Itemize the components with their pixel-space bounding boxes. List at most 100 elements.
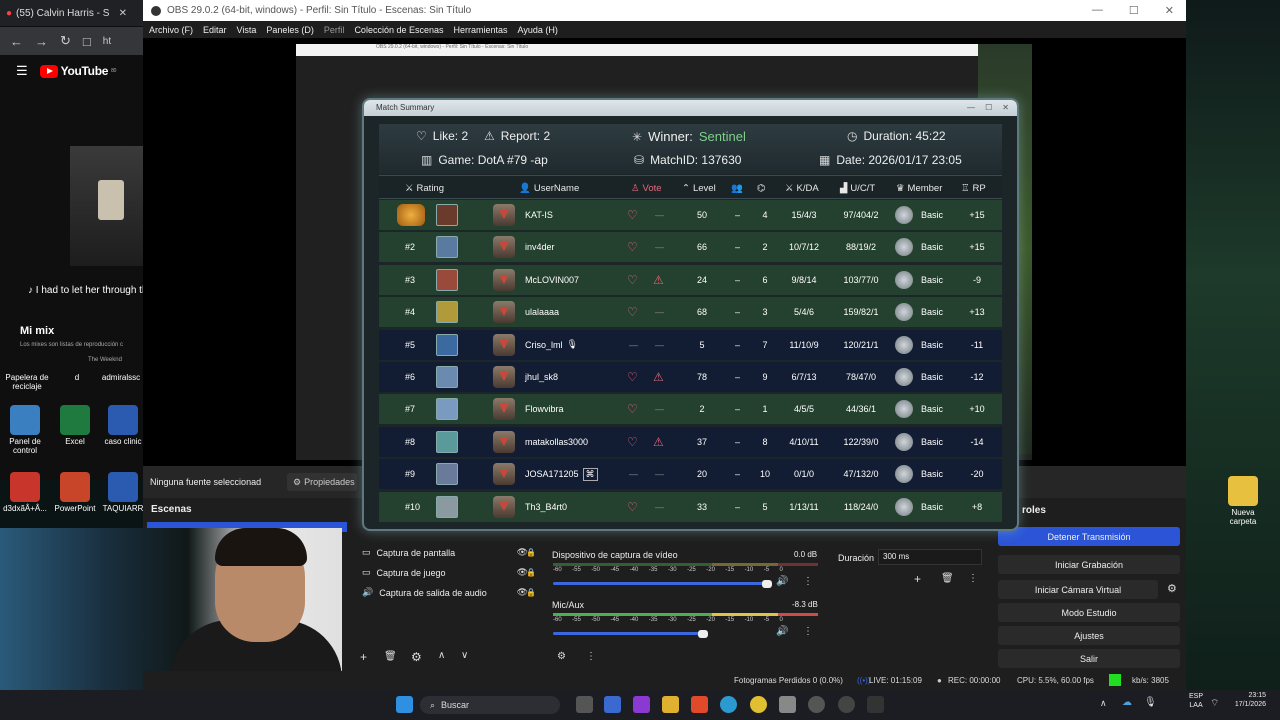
desktop-icon-control-panel[interactable]: Panel de control: [0, 405, 50, 456]
player-row[interactable]: #5 Criso_lml 🎙 — — 5 – 7 11/10/9 120/21/1 Basic -11: [379, 329, 1002, 360]
mixer-settings-icon[interactable]: ⚙: [557, 651, 566, 662]
minimize-icon[interactable]: —: [1092, 4, 1103, 17]
lock-icon[interactable]: 🔒: [526, 588, 536, 597]
player-name[interactable]: JOSA171205: [525, 469, 579, 479]
store-icon[interactable]: [604, 696, 621, 713]
file-explorer-icon[interactable]: [662, 696, 679, 713]
player-name[interactable]: inv4der: [525, 242, 555, 252]
start-virtual-camera-button[interactable]: Iniciar Cámara Virtual: [998, 580, 1158, 599]
start-recording-button[interactable]: Iniciar Grabación: [998, 555, 1180, 574]
source-item[interactable]: ▭ Captura de juego 👁 🔒: [362, 567, 542, 578]
warning-icon[interactable]: ⚠: [653, 273, 664, 287]
menu-paneles[interactable]: Paneles (D): [266, 25, 314, 35]
player-row[interactable]: #3 McLOVIN007 ♡ ⚠ 24 – 6 9/8/14 103/77/0 Basic -9: [379, 264, 1002, 295]
menu-icon[interactable]: ☰: [16, 63, 28, 79]
menu-perfil[interactable]: Perfil: [324, 25, 345, 35]
desktop-icon-word-doc[interactable]: caso clinic: [98, 405, 148, 447]
heart-icon[interactable]: ♡: [627, 305, 638, 319]
warning-icon[interactable]: ⚠: [653, 370, 664, 384]
player-row[interactable]: #2 inv4der ♡ — 66 – 2 10/7/12 88/19/2 Basic +15: [379, 232, 1002, 263]
player-name[interactable]: matakollas3000: [525, 437, 588, 447]
task-view-icon[interactable]: [576, 696, 593, 713]
player-row[interactable]: #9 JOSA171205 ⌘ — — 20 – 10 0/1/0 47/132/0 Basic -2…: [379, 459, 1002, 490]
move-down-icon[interactable]: ∨: [461, 650, 468, 661]
heart-icon[interactable]: ♡: [627, 240, 638, 254]
exit-button[interactable]: Salir: [998, 649, 1180, 668]
col-vote[interactable]: ♙ Vote: [631, 176, 662, 200]
more-vertical-icon[interactable]: ⋮: [586, 651, 596, 662]
col-rating[interactable]: ⚔ Rating: [405, 176, 444, 200]
menu-archivo[interactable]: Archivo (F): [149, 25, 193, 35]
volume-slider-handle[interactable]: [762, 580, 772, 588]
studio-mode-button[interactable]: Modo Estudio: [998, 603, 1180, 622]
youtube-logo[interactable]: YouTube 80: [39, 64, 116, 78]
player-name[interactable]: Th3_B4rt0: [525, 502, 567, 512]
player-name[interactable]: KAT-IS: [525, 210, 553, 220]
bookmark-icon[interactable]: □: [83, 34, 91, 49]
obs-taskbar-icon[interactable]: [838, 696, 855, 713]
maximize-icon[interactable]: ☐: [985, 100, 992, 116]
properties-button[interactable]: ⚙ Propiedades: [287, 473, 357, 491]
col-username[interactable]: 👤 UserName: [519, 176, 579, 200]
duration-input[interactable]: 300 ms: [878, 549, 982, 565]
speaker-icon[interactable]: 🔊: [776, 626, 788, 637]
minimize-icon[interactable]: —: [967, 100, 975, 116]
settings-button[interactable]: Ajustes: [998, 626, 1180, 645]
desktop-icon-d[interactable]: d: [52, 373, 102, 383]
browser-tab[interactable]: ● (55) Calvin Harris - S ✕: [0, 0, 143, 26]
heart-icon[interactable]: ♡: [627, 370, 638, 384]
player-name[interactable]: McLOVIN007: [525, 275, 579, 285]
heart-icon[interactable]: ♡: [627, 208, 638, 222]
volume-slider-handle[interactable]: [698, 630, 708, 638]
windows-start-icon[interactable]: [396, 696, 413, 713]
app-icon[interactable]: [867, 696, 884, 713]
close-tab-icon[interactable]: ✕: [119, 8, 127, 19]
camera-icon[interactable]: [779, 696, 796, 713]
report-count[interactable]: ⚠ Report: 2: [484, 129, 550, 143]
menu-editar[interactable]: Editar: [203, 25, 227, 35]
desktop-icon-brave[interactable]: d3dxãÂ+Â...: [0, 472, 50, 514]
clock[interactable]: 23:15 17/1/2026: [1235, 692, 1266, 710]
virtual-camera-settings-icon[interactable]: ⚙: [1167, 582, 1177, 595]
heart-icon[interactable]: ♡: [627, 500, 638, 514]
network-icon[interactable]: ⌔: [1210, 697, 1219, 710]
player-row[interactable]: #10 Th3_B4rt0 ♡ — 33 – 5 1/13/11 118/24/0 Basic +8: [379, 491, 1002, 522]
menu-coleccion[interactable]: Colección de Escenas: [354, 25, 443, 35]
mix-title[interactable]: Mi mix: [20, 325, 54, 337]
menu-herramientas[interactable]: Herramientas: [454, 25, 508, 35]
player-row[interactable]: #4 ulalaaaa ♡ — 68 – 3 5/4/6 159/82/1 Basic +13: [379, 297, 1002, 328]
col-uct[interactable]: ▟ U/C/T: [840, 176, 875, 200]
volume-slider[interactable]: [553, 632, 703, 635]
speaker-icon[interactable]: 🔊: [776, 576, 788, 587]
move-up-icon[interactable]: ∧: [438, 650, 445, 661]
back-icon[interactable]: ←: [10, 34, 23, 49]
mic-icon[interactable]: 🎙: [1144, 697, 1157, 708]
lock-icon[interactable]: 🔒: [526, 568, 536, 577]
col-level[interactable]: ⌃ Level: [682, 176, 716, 200]
player-name[interactable]: ulalaaaa: [525, 307, 559, 317]
close-icon[interactable]: ✕: [1002, 100, 1009, 116]
address-bar[interactable]: ht: [103, 36, 111, 47]
source-item[interactable]: 🔊 Captura de salida de audio 👁 🔒: [362, 587, 542, 598]
player-name[interactable]: jhul_sk8: [525, 372, 558, 382]
close-icon[interactable]: ✕: [1165, 4, 1174, 17]
player-row[interactable]: #8 matakollas3000 ♡ ⚠ 37 – 8 4/10/11 122/39/0 Bas…: [379, 426, 1002, 457]
menu-ayuda[interactable]: Ayuda (H): [518, 25, 558, 35]
brave-icon[interactable]: [691, 696, 708, 713]
more-vertical-icon[interactable]: ⋮: [803, 626, 813, 637]
heart-icon[interactable]: ♡: [627, 273, 638, 287]
edge-icon[interactable]: [720, 696, 737, 713]
col-tree-icon[interactable]: ⌬: [757, 176, 765, 200]
heart-icon[interactable]: ♡: [627, 402, 638, 416]
lock-icon[interactable]: 🔒: [526, 548, 536, 557]
reload-icon[interactable]: ↻: [60, 33, 71, 49]
copilot-icon[interactable]: [633, 696, 650, 713]
taskbar-search[interactable]: ⌕ Buscar: [420, 696, 560, 714]
desktop-icon-taquiarr[interactable]: TAQUIARR: [98, 472, 148, 514]
desktop-icon-excel[interactable]: Excel: [50, 405, 100, 447]
col-member[interactable]: ♛ Member: [896, 176, 942, 200]
chrome-icon[interactable]: [750, 696, 767, 713]
chevron-up-icon[interactable]: ∧: [1100, 698, 1107, 709]
maximize-icon[interactable]: ☐: [1129, 4, 1139, 17]
add-transition-icon[interactable]: +: [914, 572, 921, 586]
